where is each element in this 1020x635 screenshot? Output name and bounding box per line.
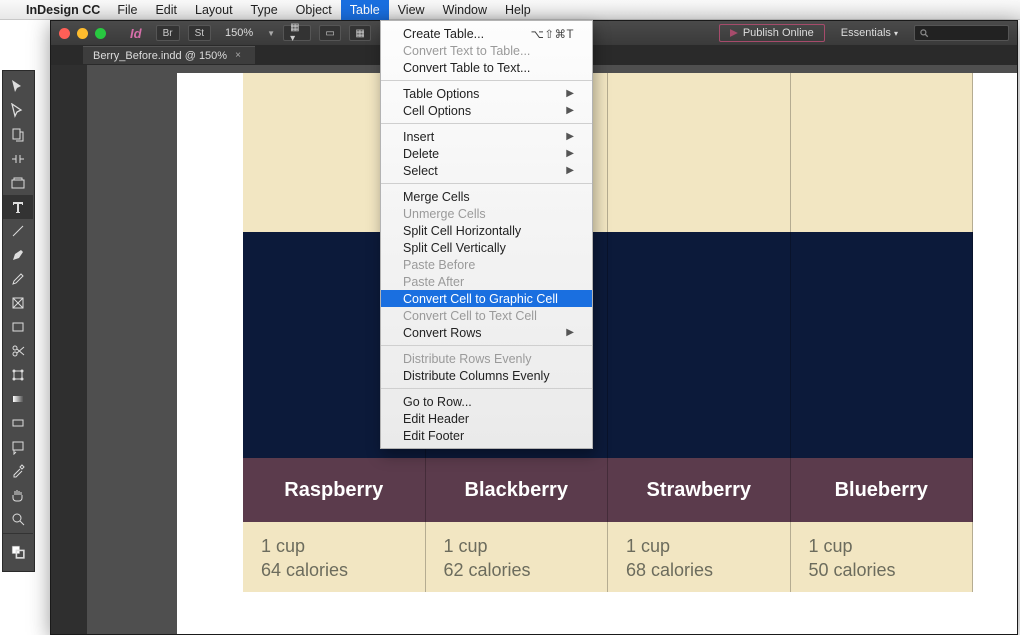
note-tool[interactable]	[3, 435, 33, 459]
free-transform-tool[interactable]	[3, 363, 33, 387]
menu-layout[interactable]: Layout	[186, 0, 242, 20]
workspace-switcher[interactable]: Essentials ▾	[833, 27, 906, 39]
rectangle-frame-tool[interactable]	[3, 291, 33, 315]
search-input[interactable]	[914, 25, 1009, 41]
table-cell[interactable]	[608, 73, 791, 232]
menu-separator	[381, 183, 592, 184]
menu-distribute-rows: Distribute Rows Evenly	[381, 350, 592, 367]
menu-select[interactable]: Select▶	[381, 162, 592, 179]
arrange-button[interactable]: ▦	[349, 25, 371, 41]
zoom-tool[interactable]	[3, 507, 33, 531]
menu-edit-footer[interactable]: Edit Footer	[381, 427, 592, 444]
table-header-cell[interactable]: Blackberry	[426, 458, 609, 522]
menu-table-options[interactable]: Table Options▶	[381, 85, 592, 102]
line-tool[interactable]	[3, 219, 33, 243]
eyedropper-tool[interactable]	[3, 459, 33, 483]
zoom-dropdown-icon[interactable]: ▼	[267, 29, 275, 38]
close-button[interactable]	[59, 28, 70, 39]
table-cell[interactable]	[791, 73, 974, 232]
menu-insert[interactable]: Insert▶	[381, 128, 592, 145]
table-menu-dropdown: Create Table...⌥⇧⌘T Convert Text to Tabl…	[380, 20, 593, 449]
maximize-button[interactable]	[95, 28, 106, 39]
indesign-logo-icon: Id	[124, 26, 148, 41]
menu-separator	[381, 345, 592, 346]
menu-distribute-columns[interactable]: Distribute Columns Evenly	[381, 367, 592, 384]
menu-window[interactable]: Window	[434, 0, 496, 20]
search-icon	[919, 28, 929, 38]
hand-tool[interactable]	[3, 483, 33, 507]
window-controls	[59, 28, 106, 39]
menu-cell-options[interactable]: Cell Options▶	[381, 102, 592, 119]
document-tab[interactable]: Berry_Before.indd @ 150% ×	[83, 46, 255, 64]
page-tool[interactable]	[3, 123, 33, 147]
page-canvas[interactable]: Raspberry Blackberry Strawberry Blueberr…	[177, 73, 1017, 634]
berry-table: Raspberry Blackberry Strawberry Blueberr…	[243, 73, 973, 592]
table-data-cell[interactable]: 1 cup50 calories	[791, 522, 974, 592]
table-header-cell[interactable]: Strawberry	[608, 458, 791, 522]
menu-convert-to-text-cell: Convert Cell to Text Cell	[381, 307, 592, 324]
table-data-cell[interactable]: 1 cup68 calories	[608, 522, 791, 592]
menu-paste-before: Paste Before	[381, 256, 592, 273]
menu-delete[interactable]: Delete▶	[381, 145, 592, 162]
menu-table[interactable]: Table	[341, 0, 389, 20]
tools-panel	[2, 70, 35, 572]
menu-view[interactable]: View	[389, 0, 434, 20]
rectangle-tool[interactable]	[3, 315, 33, 339]
app-name[interactable]: InDesign CC	[18, 3, 108, 17]
menu-convert-text-to-table: Convert Text to Table...	[381, 42, 592, 59]
view-options-button[interactable]: ▦ ▾	[283, 25, 311, 41]
menu-separator	[381, 80, 592, 81]
menu-convert-rows[interactable]: Convert Rows▶	[381, 324, 592, 341]
menu-split-vertical[interactable]: Split Cell Vertically	[381, 239, 592, 256]
publish-online-button[interactable]: Publish Online	[719, 24, 825, 42]
table-header-cell[interactable]: Raspberry	[243, 458, 426, 522]
menu-create-table[interactable]: Create Table...⌥⇧⌘T	[381, 25, 592, 42]
selection-tool[interactable]	[3, 75, 33, 99]
menu-convert-to-graphic-cell[interactable]: Convert Cell to Graphic Cell	[381, 290, 592, 307]
menu-go-to-row[interactable]: Go to Row...	[381, 393, 592, 410]
menu-paste-after: Paste After	[381, 273, 592, 290]
bridge-button[interactable]: Br	[156, 25, 180, 41]
fill-stroke-swatch[interactable]	[3, 533, 33, 567]
menu-separator	[381, 123, 592, 124]
menu-object[interactable]: Object	[287, 0, 341, 20]
minimize-button[interactable]	[77, 28, 88, 39]
menu-help[interactable]: Help	[496, 0, 540, 20]
menu-edit-header[interactable]: Edit Header	[381, 410, 592, 427]
table-cell[interactable]	[608, 232, 791, 458]
pen-tool[interactable]	[3, 243, 33, 267]
zoom-level[interactable]: 150%	[219, 27, 259, 39]
menu-split-horizontal[interactable]: Split Cell Horizontally	[381, 222, 592, 239]
table-data-cell[interactable]: 1 cup64 calories	[243, 522, 426, 592]
menu-file[interactable]: File	[108, 0, 146, 20]
mac-menubar: InDesign CC File Edit Layout Type Object…	[0, 0, 1020, 20]
menu-convert-table-to-text[interactable]: Convert Table to Text...	[381, 59, 592, 76]
table-data-cell[interactable]: 1 cup62 calories	[426, 522, 609, 592]
gradient-feather-tool[interactable]	[3, 411, 33, 435]
scissors-tool[interactable]	[3, 339, 33, 363]
menu-edit[interactable]: Edit	[146, 0, 186, 20]
type-tool[interactable]	[3, 195, 33, 219]
menu-merge-cells[interactable]: Merge Cells	[381, 188, 592, 205]
direct-selection-tool[interactable]	[3, 99, 33, 123]
menu-unmerge-cells: Unmerge Cells	[381, 205, 592, 222]
menu-type[interactable]: Type	[242, 0, 287, 20]
menu-separator	[381, 388, 592, 389]
table-cell[interactable]	[791, 232, 974, 458]
pencil-tool[interactable]	[3, 267, 33, 291]
table-header-cell[interactable]: Blueberry	[791, 458, 974, 522]
document-tab-title: Berry_Before.indd @ 150%	[93, 50, 227, 62]
gap-tool[interactable]	[3, 147, 33, 171]
content-collector-tool[interactable]	[3, 171, 33, 195]
gradient-swatch-tool[interactable]	[3, 387, 33, 411]
close-tab-icon[interactable]: ×	[235, 50, 241, 61]
screen-mode-button[interactable]: ▭	[319, 25, 341, 41]
stock-button[interactable]: St	[188, 25, 211, 41]
